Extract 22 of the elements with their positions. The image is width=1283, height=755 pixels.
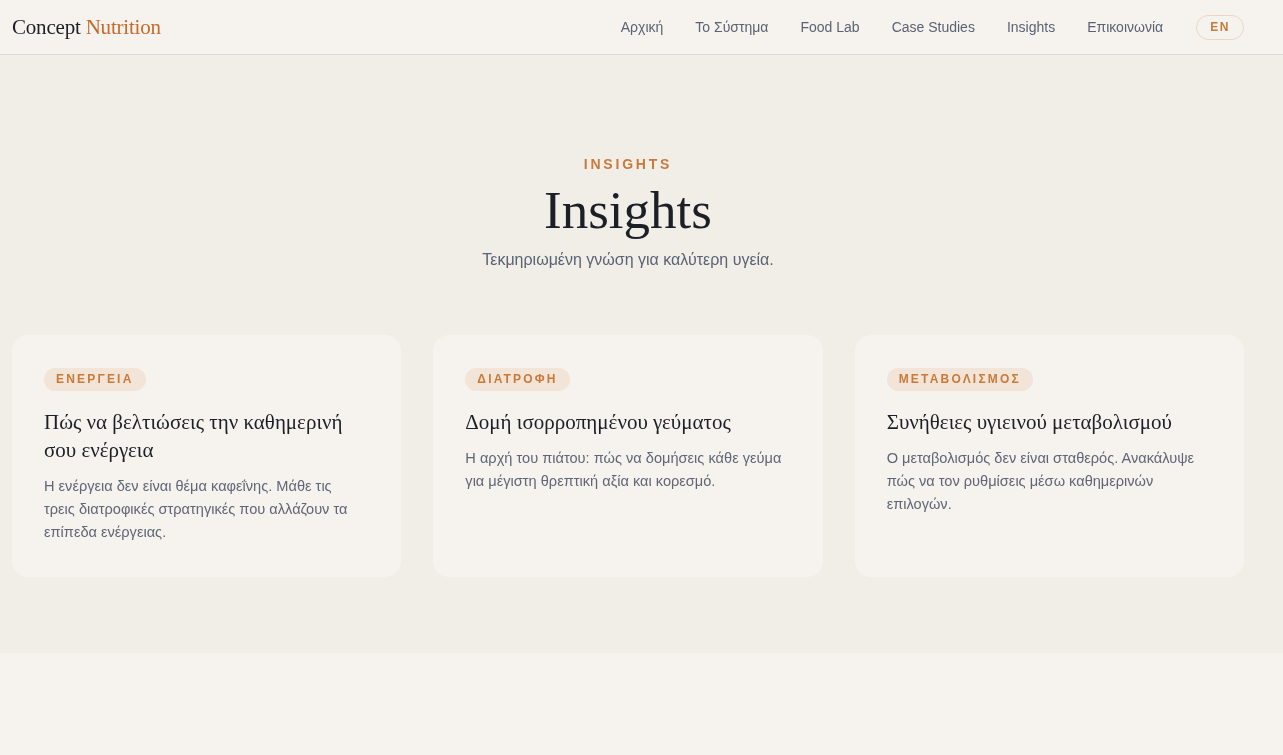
article-card[interactable]: ΜΕΤΑΒΟΛΙΣΜΟΣ Συνήθειες υγιεινού μεταβολισμού Ο μεταβολισμός δεν είναι σταθερός. Ανακάλυψε πώς να τον ρυθμίσεις μέσω καθημερινών επιλογών. [854,335,1244,577]
nav-link[interactable]: Επικοινωνία [1087,19,1164,35]
nav-link[interactable]: Insights [1006,19,1056,35]
logo[interactable]: Concept Nutrition [12,14,161,40]
article-title: Συνήθειες υγιεινού μεταβολισμού [886,409,1172,436]
nav-link[interactable]: Case Studies [891,19,975,35]
category-tag: ΕΝΕΡΓΕΙΑ [44,368,146,391]
category-tag: ΔΙΑΤΡΟΦΗ [465,368,570,391]
article-title: Δομή ισορροπημένου γεύματος [465,409,731,436]
nav-link[interactable]: Αρχική [620,19,664,35]
nav-link[interactable]: Το Σύστημα [695,19,769,35]
article-card[interactable]: ΕΝΕΡΓΕΙΑ Πώς να βελτιώσεις την καθημερινή σου ενέργεια Η ενέργεια δεν είναι θέμα καφεΐνης. Μάθε τις τρεις διατροφικές στρατηγικές που αλλάζουν τα επίπεδα ενέργειας. [12,335,402,577]
nav-link[interactable]: Food Lab [800,19,860,35]
article-title: Πώς να βελτιώσεις την καθημερινή σου ενέργεια [44,409,344,464]
article-summary: Ο μεταβολισμός δεν είναι σταθερός. Ανακάλυψε πώς να τον ρυθμίσεις μέσω καθημερινών επιλογών. [886,449,1196,514]
page-subtitle: Τεκμηριωμένη γνώση για καλύτερη υγεία. [482,250,774,270]
section-eyebrow: INSIGHTS [583,155,673,173]
article-card[interactable]: ΔΙΑΤΡΟΦΗ Δομή ισορροπημένου γεύματος Η αρχή του πιάτου: πώς να δομήσεις κάθε γεύμα για μέγιστη θρεπτική αξία και κορεσμό. [433,335,823,577]
page-title: Insights [544,181,712,239]
article-summary: Η ενέργεια δεν είναι θέμα καφεΐνης. Μάθε τις τρεις διατροφικές στρατηγικές που αλλάζουν τα επίπεδα ενέργειας. [44,477,349,542]
category-tag: ΜΕΤΑΒΟΛΙΣΜΟΣ [886,368,1033,391]
article-summary: Η αρχή του πιάτου: πώς να δομήσεις κάθε γεύμα για μέγιστη θρεπτική αξία και κορεσμό. [465,449,783,491]
